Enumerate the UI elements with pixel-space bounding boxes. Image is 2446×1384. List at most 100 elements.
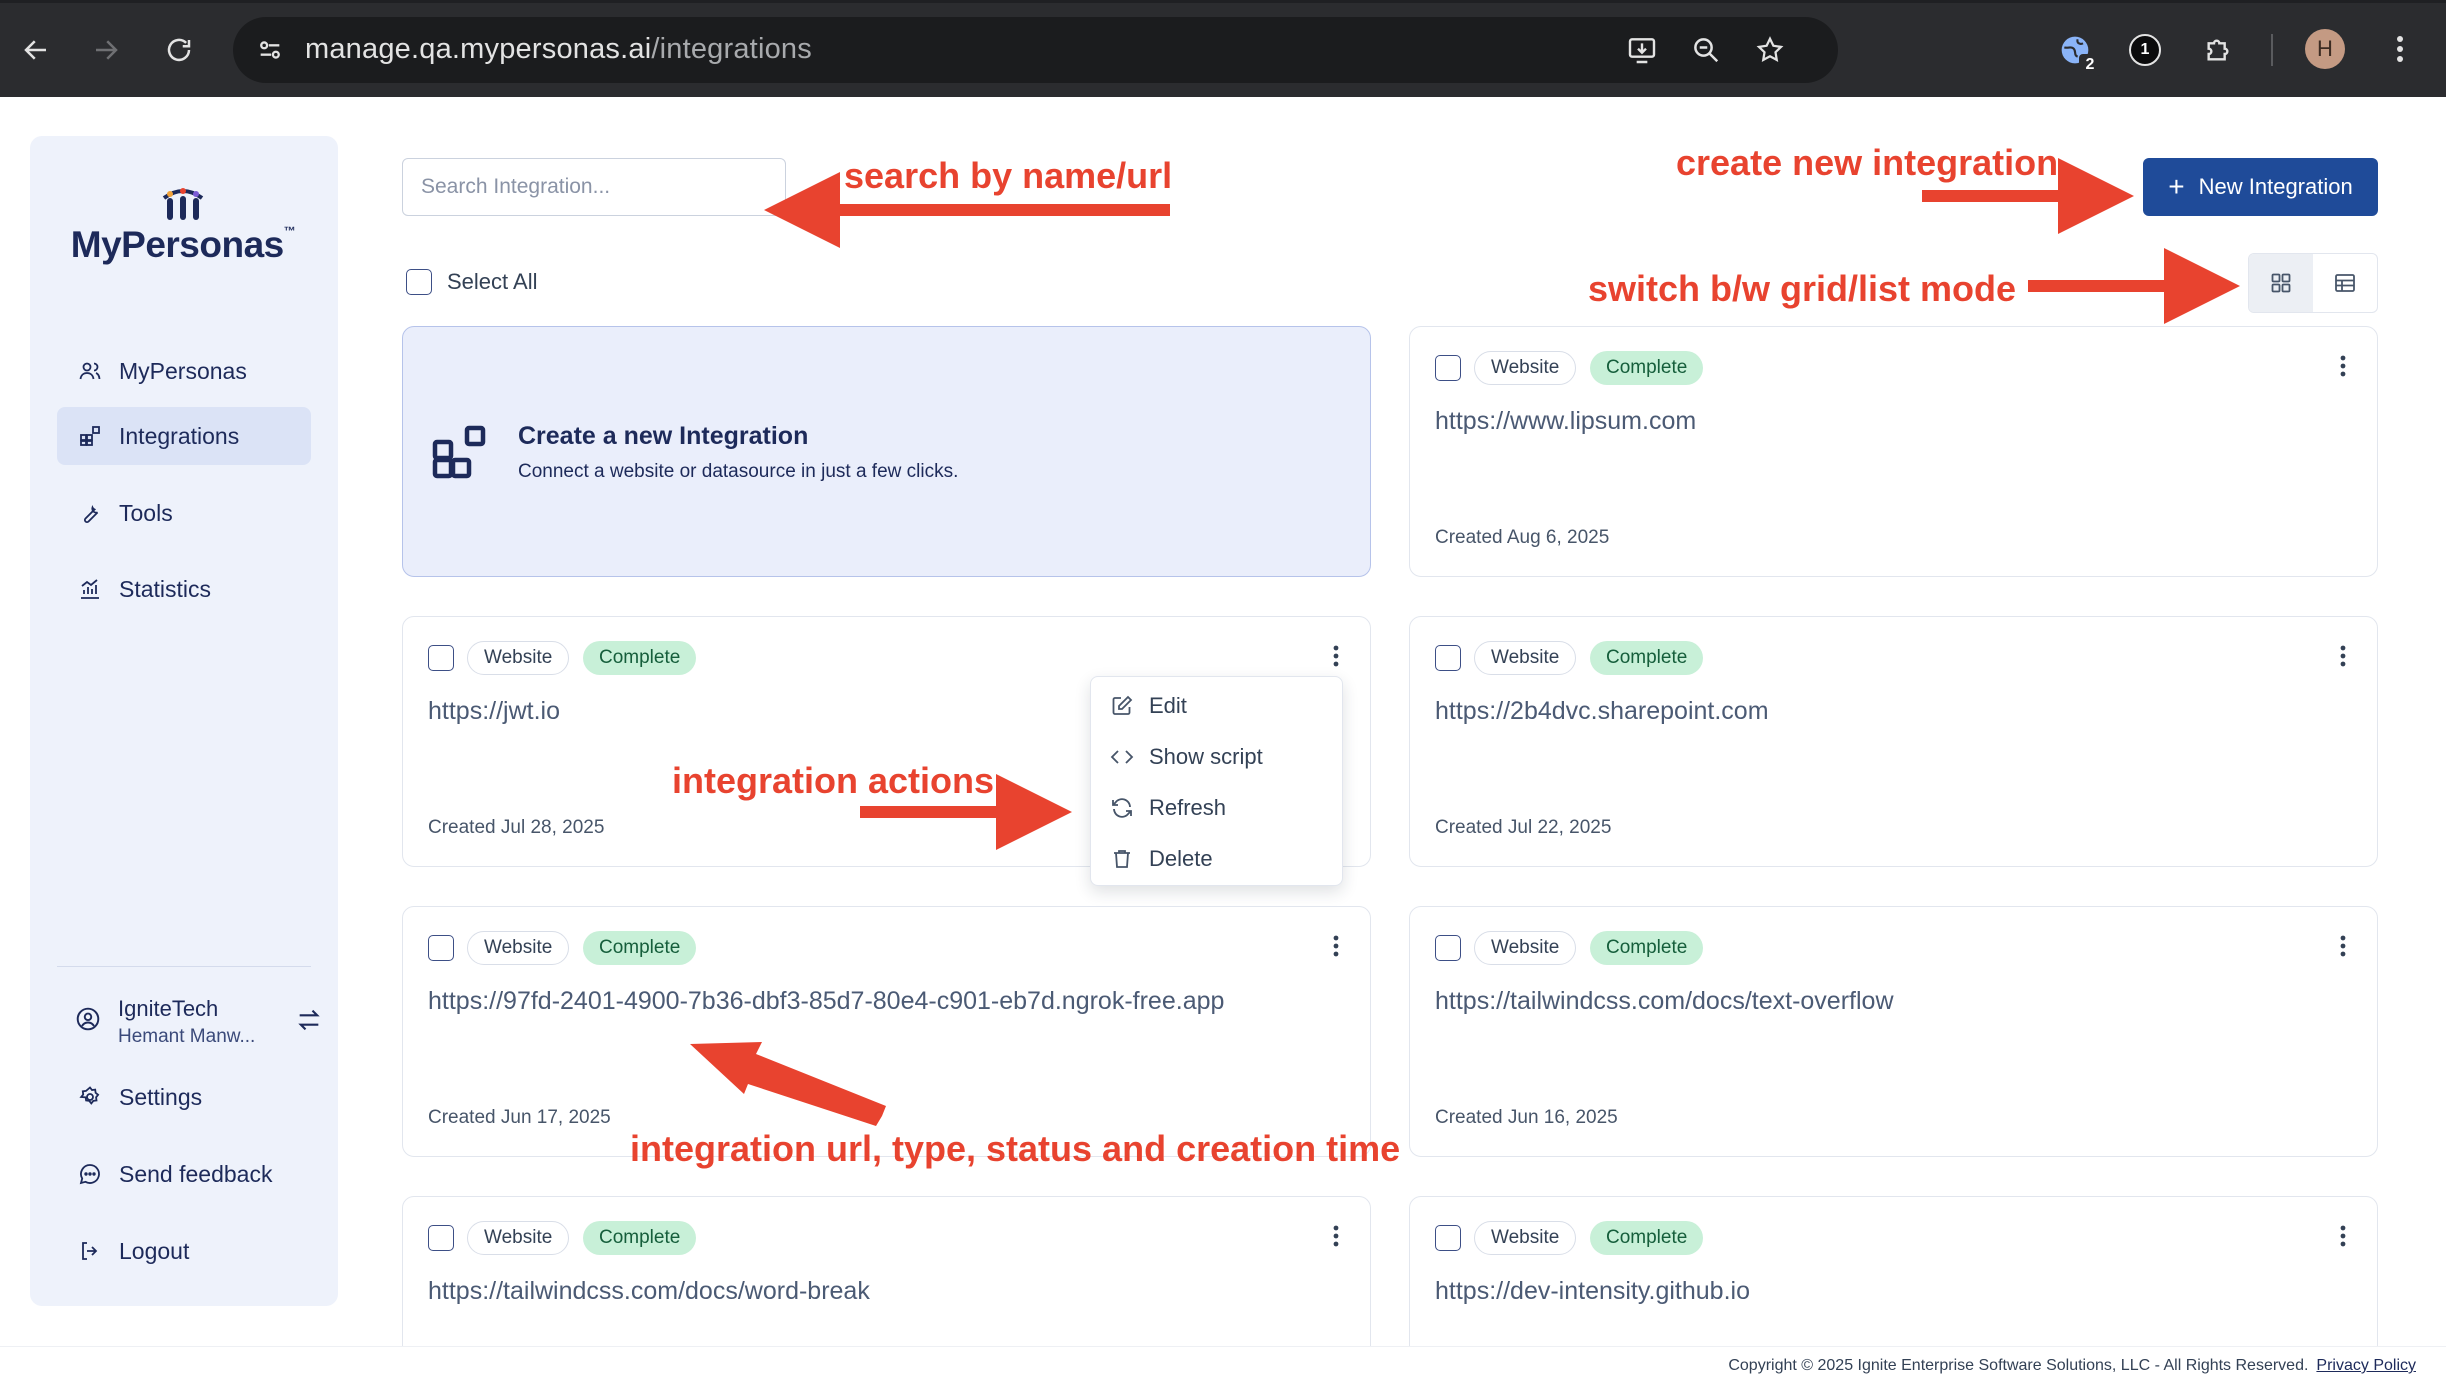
sidebar-item-integrations[interactable]: Integrations bbox=[57, 407, 311, 465]
url-text[interactable]: manage.qa.mypersonas.ai/integrations bbox=[305, 33, 812, 66]
feedback-icon bbox=[77, 1161, 103, 1187]
grid-view-button[interactable] bbox=[2249, 254, 2313, 312]
address-bar[interactable]: manage.qa.mypersonas.ai/integrations bbox=[233, 17, 1838, 83]
more-vertical-icon bbox=[2340, 355, 2346, 377]
annotation-details: integration url, type, status and creati… bbox=[630, 1128, 1401, 1169]
card-checkbox[interactable] bbox=[1435, 355, 1461, 381]
site-info-icon[interactable] bbox=[253, 33, 287, 67]
extensions-menu-button[interactable] bbox=[2198, 30, 2238, 70]
browser-toolbar: manage.qa.mypersonas.ai/integrations 2 1… bbox=[0, 0, 2446, 97]
sidebar-item-label: Send feedback bbox=[119, 1160, 273, 1187]
type-badge: Website bbox=[1474, 931, 1577, 965]
sidebar-item-settings[interactable]: Settings bbox=[57, 1068, 311, 1126]
logo-text: MyPersonas bbox=[70, 224, 285, 265]
card-actions-button[interactable] bbox=[1322, 931, 1350, 961]
card-checkbox[interactable] bbox=[428, 645, 454, 671]
sidebar-item-send-feedback[interactable]: Send feedback bbox=[57, 1145, 311, 1203]
created-date: Created Aug 6, 2025 bbox=[1435, 527, 1610, 548]
menu-item-label: Delete bbox=[1149, 845, 1213, 871]
org-switcher[interactable]: IgniteTech Hemant Manw... bbox=[75, 992, 325, 1052]
more-vertical-icon bbox=[1333, 935, 1339, 957]
plus-icon: + bbox=[2168, 171, 2185, 202]
card-actions-button[interactable] bbox=[2329, 641, 2357, 671]
forward-button[interactable] bbox=[83, 27, 129, 73]
integration-url: https://97fd-2401-4900-7b36-dbf3-85d7-80… bbox=[428, 987, 1225, 1015]
extension-password-button[interactable]: 1 bbox=[2125, 30, 2165, 70]
annotation-arrow-actions bbox=[860, 774, 1072, 850]
card-actions-button[interactable] bbox=[2329, 351, 2357, 381]
card-checkbox[interactable] bbox=[1435, 645, 1461, 671]
list-view-button[interactable] bbox=[2313, 254, 2377, 312]
integration-card[interactable]: Website Complete https://www.lipsum.com … bbox=[1409, 326, 2378, 577]
sidebar-item-label: Settings bbox=[119, 1083, 203, 1110]
more-vertical-icon bbox=[2340, 1225, 2346, 1247]
sidebar-item-statistics[interactable]: Statistics bbox=[57, 560, 311, 618]
card-checkbox[interactable] bbox=[1435, 935, 1461, 961]
edit-icon bbox=[1109, 693, 1135, 719]
install-app-icon[interactable] bbox=[1623, 31, 1661, 69]
profile-avatar[interactable]: H bbox=[2305, 29, 2345, 69]
sidebar: MyPersonas™ MyPersonas Integrations Tool… bbox=[30, 136, 338, 1306]
integration-card[interactable]: Website Complete https://tailwindcss.com… bbox=[1409, 906, 2378, 1157]
more-vertical-icon bbox=[2397, 36, 2403, 62]
status-badge: Complete bbox=[1590, 641, 1704, 675]
sidebar-item-logout[interactable]: Logout bbox=[57, 1222, 311, 1280]
menu-item-refresh[interactable]: Refresh bbox=[1091, 782, 1344, 833]
select-all-checkbox[interactable] bbox=[406, 269, 432, 295]
type-badge: Website bbox=[1474, 1221, 1577, 1255]
search-input[interactable] bbox=[402, 158, 786, 216]
logo-mark-icon bbox=[162, 188, 204, 220]
integration-url: https://jwt.io bbox=[428, 697, 560, 725]
zoom-icon[interactable] bbox=[1687, 31, 1725, 69]
logout-icon bbox=[77, 1238, 103, 1264]
sidebar-item-label: Statistics bbox=[119, 575, 212, 602]
menu-item-edit[interactable]: Edit bbox=[1091, 680, 1344, 731]
integration-actions-menu: Edit Show script Refresh Delete bbox=[1090, 676, 1343, 886]
trash-icon bbox=[1109, 846, 1135, 872]
card-actions-button[interactable] bbox=[1322, 1221, 1350, 1251]
reload-button[interactable] bbox=[156, 27, 202, 73]
sidebar-item-tools[interactable]: Tools bbox=[57, 484, 311, 542]
created-date: Created Jun 17, 2025 bbox=[428, 1107, 611, 1128]
menu-item-delete[interactable]: Delete bbox=[1091, 833, 1344, 884]
extension-globe-button[interactable]: 2 bbox=[2055, 30, 2101, 76]
sidebar-item-label: Logout bbox=[119, 1237, 190, 1264]
sidebar-item-mypersonas[interactable]: MyPersonas bbox=[57, 342, 311, 400]
card-actions-button[interactable] bbox=[1322, 641, 1350, 671]
bookmark-star-icon[interactable] bbox=[1751, 31, 1789, 69]
status-badge: Complete bbox=[1590, 931, 1704, 965]
sidebar-item-label: Integrations bbox=[119, 422, 240, 449]
integration-card[interactable]: Website Complete https://2b4dvc.sharepoi… bbox=[1409, 616, 2378, 867]
menu-item-show-script[interactable]: Show script bbox=[1091, 731, 1344, 782]
integration-url: https://dev-intensity.github.io bbox=[1435, 1277, 1750, 1305]
more-vertical-icon bbox=[2340, 935, 2346, 957]
create-integration-card[interactable]: Create a new Integration Connect a websi… bbox=[402, 326, 1371, 577]
arrow-left-icon bbox=[24, 40, 46, 60]
card-actions-button[interactable] bbox=[2329, 1221, 2357, 1251]
switch-arrows-icon[interactable] bbox=[295, 1006, 323, 1034]
mypersonas-logo[interactable]: MyPersonas™ bbox=[68, 186, 298, 271]
sidebar-item-label: Tools bbox=[119, 499, 173, 526]
refresh-icon bbox=[1109, 795, 1135, 821]
browser-menu-button[interactable] bbox=[2380, 29, 2420, 69]
grid-icon bbox=[2271, 273, 2291, 293]
menu-item-label: Show script bbox=[1149, 743, 1263, 769]
status-badge: Complete bbox=[1590, 1221, 1704, 1255]
extension-badge: 2 bbox=[2079, 54, 2101, 76]
select-all-label: Select All bbox=[447, 269, 538, 294]
back-button[interactable] bbox=[13, 27, 59, 73]
new-integration-button[interactable]: + New Integration bbox=[2143, 158, 2378, 216]
password-manager-icon: 1 bbox=[2129, 34, 2161, 66]
card-actions-button[interactable] bbox=[2329, 931, 2357, 961]
select-all[interactable]: Select All bbox=[406, 269, 538, 295]
card-checkbox[interactable] bbox=[428, 935, 454, 961]
menu-item-label: Edit bbox=[1149, 692, 1187, 718]
footer: Copyright © 2025 Ignite Enterprise Softw… bbox=[0, 1346, 2446, 1384]
privacy-policy-link[interactable]: Privacy Policy bbox=[2316, 1357, 2416, 1374]
annotation-arrow-create bbox=[1922, 158, 2134, 234]
card-checkbox[interactable] bbox=[428, 1225, 454, 1251]
logo-trademark: ™ bbox=[283, 224, 296, 238]
footer-text: Copyright © 2025 Ignite Enterprise Softw… bbox=[1728, 1357, 2416, 1375]
integration-url: https://2b4dvc.sharepoint.com bbox=[1435, 697, 1769, 725]
card-checkbox[interactable] bbox=[1435, 1225, 1461, 1251]
